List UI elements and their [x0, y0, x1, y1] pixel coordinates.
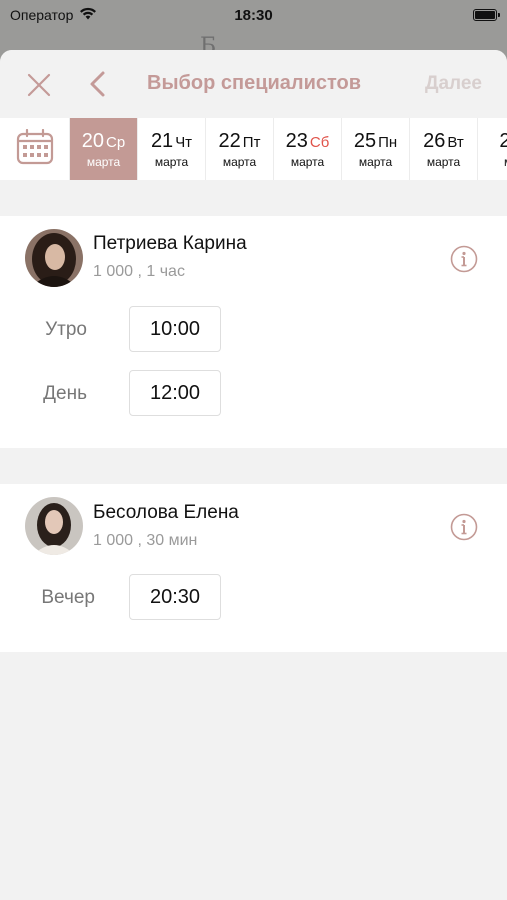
avatar: [25, 229, 83, 287]
calendar-button[interactable]: [0, 118, 70, 180]
avatar: [25, 497, 83, 555]
time-slot-button[interactable]: 12:00: [129, 370, 221, 416]
section-gap: [0, 448, 507, 484]
chevron-left-icon[interactable]: [88, 70, 108, 98]
info-icon[interactable]: [450, 513, 478, 541]
date-weekday: Пт: [242, 133, 261, 151]
date-month: марта: [86, 154, 121, 169]
date-day: 29: [499, 129, 507, 152]
specialist-price-duration: 1 000 , 1 час: [93, 263, 185, 280]
time-slot-button[interactable]: 20:30: [129, 574, 221, 620]
date-month: марта: [358, 154, 393, 169]
next-button[interactable]: Далее: [425, 73, 482, 95]
date-day: 23: [285, 129, 308, 152]
date-month: марта: [426, 154, 461, 169]
nav-bar: Выбор специалистов Далее: [0, 50, 507, 118]
specialists-sheet: Выбор специалистов Далее 20 Ср марта 21 …: [0, 50, 507, 900]
date-day: 21: [150, 129, 174, 152]
close-icon[interactable]: [26, 72, 52, 98]
date-month: марта: [290, 154, 325, 169]
specialist-name: Петриева Карина: [93, 233, 247, 254]
calendar-icon: [16, 128, 54, 170]
period-label: День: [43, 383, 87, 404]
specialist-name: Бесолова Елена: [93, 502, 239, 523]
status-left: Оператор: [10, 7, 97, 23]
specialist-price-duration: 1 000 , 30 мин: [93, 532, 198, 549]
date-month: марта: [154, 154, 189, 169]
date-weekday: Чт: [175, 133, 193, 151]
date-day: 22: [218, 129, 241, 152]
date-cell[interactable]: 25 Пн марта: [342, 118, 410, 180]
time-slot-button[interactable]: 10:00: [129, 306, 221, 352]
wifi-icon: [79, 7, 97, 23]
battery-icon: [473, 9, 500, 21]
date-weekday: Пн: [378, 133, 398, 151]
date-day: 26: [423, 129, 446, 152]
date-weekday: Сб: [309, 133, 330, 151]
date-weekday: Вт: [447, 133, 464, 151]
period-label: Утро: [45, 319, 87, 340]
date-cell[interactable]: 20 Ср марта: [70, 118, 138, 180]
specialist-card[interactable]: Бесолова Елена 1 000 , 30 мин Вечер 20:3…: [0, 484, 507, 652]
date-day: 20: [81, 129, 105, 152]
date-cell[interactable]: 29 ма: [478, 118, 507, 180]
date-cell[interactable]: 23 Сб марта: [274, 118, 342, 180]
date-strip: 20 Ср марта 21 Чт марта 22 Пт марта 23 Сб ма…: [0, 118, 507, 180]
carrier-label: Оператор: [10, 7, 74, 23]
status-bar: Оператор 18:30: [0, 0, 507, 30]
page-title: Выбор специалистов: [147, 72, 362, 94]
section-gap: [0, 180, 507, 216]
specialist-card[interactable]: Петриева Карина 1 000 , 1 час Утро 10:00…: [0, 216, 507, 448]
date-month: марта: [222, 154, 257, 169]
date-cell[interactable]: 22 Пт марта: [206, 118, 274, 180]
period-label: Вечер: [41, 587, 95, 608]
date-day: 25: [353, 129, 377, 152]
date-weekday: Ср: [106, 133, 126, 151]
date-cell[interactable]: 21 Чт марта: [138, 118, 206, 180]
date-cell[interactable]: 26 Вт марта: [410, 118, 478, 180]
info-icon[interactable]: [450, 245, 478, 273]
